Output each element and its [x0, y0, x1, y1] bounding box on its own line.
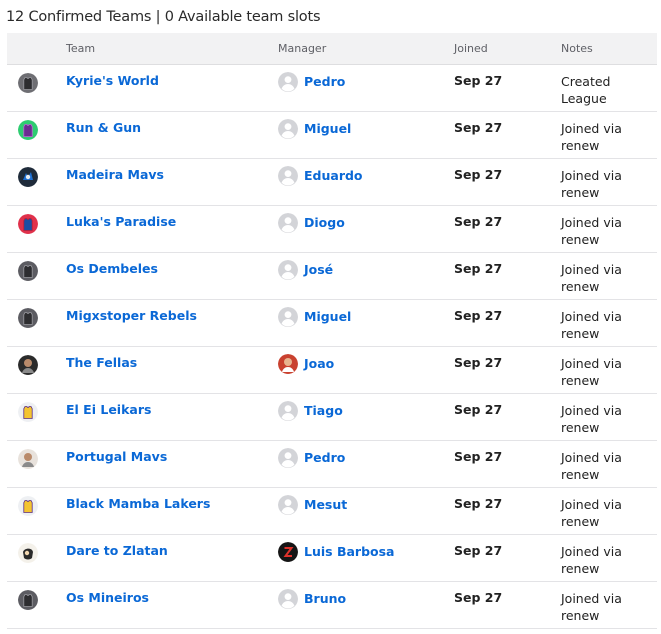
joined-date: Sep 27 — [454, 167, 503, 182]
column-header-joined: Joined — [454, 42, 488, 55]
table-row: Black Mamba Lakers Mesut Sep 27 Joined via … — [7, 488, 657, 535]
notes-text: Joined via renew — [561, 591, 622, 623]
team-name-link[interactable]: Portugal Mavs — [66, 449, 167, 464]
joined-date: Sep 27 — [454, 543, 503, 558]
table-row: Luka's Paradise Diogo Sep 27 Joined via ren… — [7, 206, 657, 253]
table-row: The Fellas Joao Sep 27 Joined via renew — [7, 347, 657, 394]
notes-text: Joined via renew — [561, 262, 622, 294]
manager-name-link[interactable]: Mesut — [304, 497, 347, 512]
manager-name-link[interactable]: Tiago — [304, 403, 343, 418]
jersey-gray-logo-icon — [18, 590, 38, 610]
joined-date: Sep 27 — [454, 355, 503, 370]
jersey-gray-logo-icon — [18, 73, 38, 93]
notes-text: Joined via renew — [561, 497, 622, 529]
joined-date: Sep 27 — [454, 308, 503, 323]
jersey-gray-logo-icon — [18, 308, 38, 328]
table-row: Dare to Zlatan Luis Barbosa Sep 27 Joined v… — [7, 535, 657, 582]
joined-date: Sep 27 — [454, 449, 503, 464]
table-row: Kyrie's World Pedro Sep 27 Created League — [7, 65, 657, 112]
team-name-link[interactable]: Os Mineiros — [66, 590, 149, 605]
column-header-team: Team — [66, 42, 96, 55]
manager-name-link[interactable]: Luis Barbosa — [304, 544, 394, 559]
team-name-link[interactable]: The Fellas — [66, 355, 137, 370]
joined-date: Sep 27 — [454, 73, 503, 88]
default-user-icon — [278, 213, 298, 233]
table-row: Madeira Mavs Eduardo Sep 27 Joined via rene… — [7, 159, 657, 206]
team-name-link[interactable]: El Ei Leikars — [66, 402, 151, 417]
table-row: Run & Gun Miguel Sep 27 Joined via renew — [7, 112, 657, 159]
joined-date: Sep 27 — [454, 496, 503, 511]
cartoon-logo-icon — [18, 543, 38, 563]
table-row: Portugal Mavs Pedro Sep 27 Joined via renew — [7, 441, 657, 488]
jersey-purple-logo-icon — [18, 120, 38, 140]
teams-table: Team Manager Joined Notes Kyrie's World P… — [7, 33, 657, 629]
joined-date: Sep 27 — [454, 261, 503, 276]
player-photo-logo-icon — [18, 355, 38, 375]
table-row: Migxstoper Rebels Miguel Sep 27 Joined via … — [7, 300, 657, 347]
table-row: El Ei Leikars Tiago Sep 27 Joined via renew — [7, 394, 657, 441]
team-name-link[interactable]: Kyrie's World — [66, 73, 159, 88]
table-row: Os Mineiros Bruno Sep 27 Joined via renew — [7, 582, 657, 629]
team-name-link[interactable]: Black Mamba Lakers — [66, 496, 210, 511]
column-header-notes: Notes — [561, 42, 593, 55]
manager-name-link[interactable]: Miguel — [304, 309, 351, 324]
manager-name-link[interactable]: Pedro — [304, 74, 345, 89]
joined-date: Sep 27 — [454, 402, 503, 417]
joined-date: Sep 27 — [454, 120, 503, 135]
table-body: Kyrie's World Pedro Sep 27 Created League Ru… — [7, 65, 657, 629]
default-user-icon — [278, 589, 298, 609]
manager-name-link[interactable]: Eduardo — [304, 168, 363, 183]
table-header: Team Manager Joined Notes — [7, 33, 657, 65]
user-photo-avatar-icon — [278, 354, 298, 374]
column-header-manager: Manager — [278, 42, 327, 55]
table-row: Os Dembeles José Sep 27 Joined via renew — [7, 253, 657, 300]
notes-text: Joined via renew — [561, 168, 622, 200]
lakers-jersey-logo-icon — [18, 402, 38, 422]
notes-text: Joined via renew — [561, 544, 622, 576]
manager-name-link[interactable]: Joao — [304, 356, 334, 371]
team-name-link[interactable]: Luka's Paradise — [66, 214, 176, 229]
joined-date: Sep 27 — [454, 590, 503, 605]
notes-text: Joined via renew — [561, 309, 622, 341]
notes-text: Joined via renew — [561, 403, 622, 435]
lakers-jersey-logo-icon — [18, 496, 38, 516]
notes-text: Joined via renew — [561, 450, 622, 482]
default-user-icon — [278, 448, 298, 468]
notes-text: Joined via renew — [561, 121, 622, 153]
joined-date: Sep 27 — [454, 214, 503, 229]
team-name-link[interactable]: Os Dembeles — [66, 261, 158, 276]
manager-name-link[interactable]: Pedro — [304, 450, 345, 465]
team-name-link[interactable]: Run & Gun — [66, 120, 141, 135]
manager-name-link[interactable]: José — [304, 262, 333, 277]
teams-summary: 12 Confirmed Teams | 0 Available team sl… — [6, 9, 321, 25]
jersey-blue-logo-icon — [18, 214, 38, 234]
team-name-link[interactable]: Madeira Mavs — [66, 167, 164, 182]
manager-name-link[interactable]: Diogo — [304, 215, 345, 230]
notes-text: Joined via renew — [561, 215, 622, 247]
default-user-icon — [278, 401, 298, 421]
default-user-icon — [278, 260, 298, 280]
team-name-link[interactable]: Dare to Zlatan — [66, 543, 168, 558]
team-name-link[interactable]: Migxstoper Rebels — [66, 308, 197, 323]
notes-text: Joined via renew — [561, 356, 622, 388]
jersey-gray-logo-icon — [18, 261, 38, 281]
default-user-icon — [278, 307, 298, 327]
mavs-logo-icon — [18, 167, 38, 187]
manager-name-link[interactable]: Bruno — [304, 591, 346, 606]
manager-name-link[interactable]: Miguel — [304, 121, 351, 136]
default-user-icon — [278, 166, 298, 186]
player-photo-logo-icon — [18, 449, 38, 469]
default-user-icon — [278, 495, 298, 515]
default-user-icon — [278, 72, 298, 92]
default-user-icon — [278, 119, 298, 139]
notes-text: Created League — [561, 74, 611, 106]
letter-z-avatar-icon — [278, 542, 298, 562]
